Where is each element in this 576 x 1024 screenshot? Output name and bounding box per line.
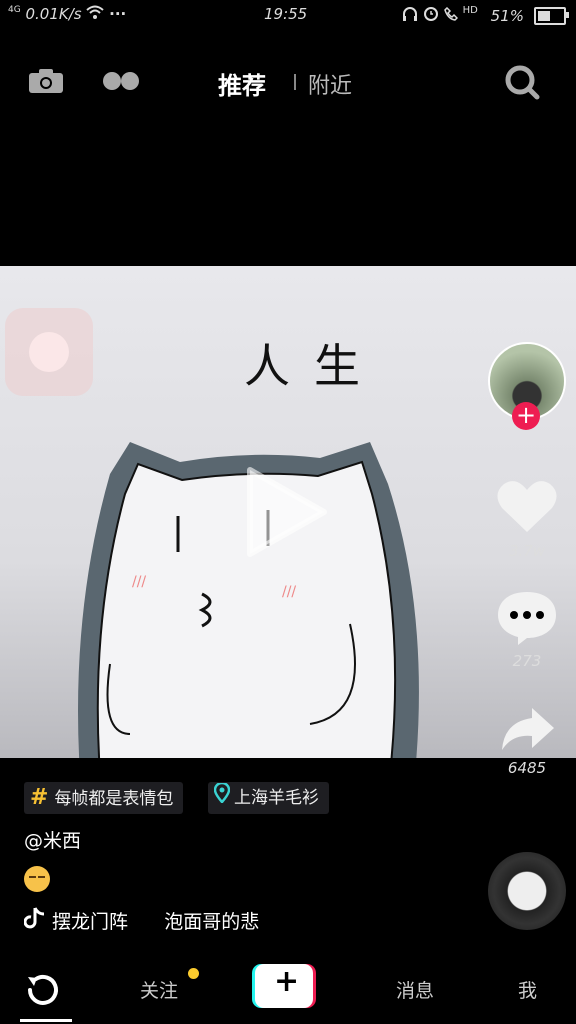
- more-indicator: ···: [109, 5, 127, 23]
- network-speed: 0.01K/s: [25, 5, 82, 23]
- battery-percent: 51%: [490, 7, 524, 25]
- svg-text:///: ///: [282, 584, 296, 600]
- tab-nearby[interactable]: 附近: [308, 68, 352, 100]
- location-tag-label: 上海羊毛衫: [234, 788, 319, 808]
- video-player[interactable]: 人生 /// ///: [0, 266, 576, 758]
- signal-label: 4G: [8, 5, 21, 15]
- location-tag[interactable]: 上海羊毛衫: [208, 781, 329, 814]
- add-label: +: [274, 964, 300, 999]
- tab-divider: [294, 74, 296, 90]
- share-arrow-icon[interactable]: [496, 700, 558, 758]
- search-icon[interactable]: [504, 64, 540, 100]
- svg-text:///: ///: [132, 574, 146, 590]
- camera-icon[interactable]: [28, 68, 64, 94]
- music-note-icon: [23, 906, 46, 930]
- active-tab-indicator: [20, 1019, 72, 1022]
- username[interactable]: @米西: [24, 826, 81, 853]
- play-icon[interactable]: [244, 464, 328, 560]
- nav-messages[interactable]: 消息: [396, 976, 434, 1003]
- headphones-icon: [402, 7, 423, 25]
- status-left: 4G 0.01K/s ···: [8, 5, 126, 23]
- music-title[interactable]: 摆龙门阵 泡面哥的悲: [52, 907, 259, 934]
- notification-dot: [188, 968, 199, 979]
- add-video-button[interactable]: +: [252, 964, 316, 1008]
- like-count: 3.7w: [508, 542, 546, 560]
- live-dots-icon[interactable]: [102, 70, 140, 92]
- nav-me[interactable]: 我: [518, 976, 537, 1003]
- phone-hd-icon: [444, 6, 463, 25]
- wifi-icon: [86, 5, 109, 23]
- hd-label: HD: [462, 5, 478, 16]
- nav-follow[interactable]: 关注: [140, 976, 178, 1003]
- hashtag-icon: #: [30, 785, 49, 810]
- location-pin-icon: [213, 781, 231, 814]
- like-heart-icon[interactable]: [496, 478, 558, 536]
- tab-recommend[interactable]: 推荐: [218, 66, 266, 101]
- topic-tag-label: 每帧都是表情包: [54, 789, 174, 809]
- share-count: 6485: [507, 759, 547, 777]
- music-disc[interactable]: [488, 852, 566, 930]
- status-bar: 4G 0.01K/s ··· 19:55 HD 51%: [0, 0, 576, 30]
- follow-plus-button[interactable]: +: [512, 402, 540, 430]
- video-caption-title: 人生: [244, 339, 384, 393]
- battery-icon: [534, 7, 569, 25]
- sleepy-face-emoji: [24, 866, 50, 892]
- refresh-icon[interactable]: [22, 970, 62, 1010]
- comment-bubble-icon[interactable]: [496, 588, 558, 646]
- app-watermark-logo: [5, 308, 93, 396]
- comment-count: 273: [512, 652, 542, 670]
- clock: 19:55: [264, 5, 308, 23]
- topic-tag[interactable]: # 每帧都是表情包: [24, 782, 184, 814]
- alarm-icon: [423, 7, 444, 25]
- status-right: HD 51%: [402, 5, 524, 25]
